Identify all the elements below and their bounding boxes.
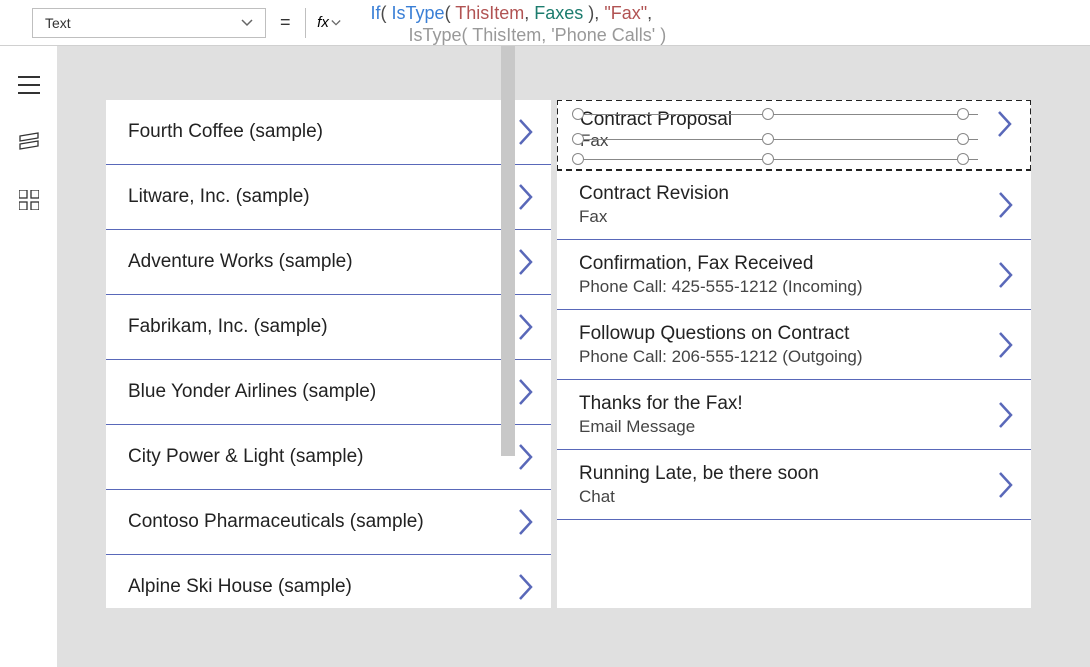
list-item-title: Fabrikam, Inc. (sample) bbox=[128, 316, 328, 338]
chevron-right-icon[interactable] bbox=[997, 260, 1015, 290]
list-item[interactable]: Blue Yonder Airlines (sample) bbox=[106, 360, 551, 425]
selected-list-item[interactable]: Contract ProposalFax bbox=[557, 100, 1031, 171]
list-item[interactable]: Thanks for the Fax!Email Message bbox=[557, 380, 1031, 450]
list-item[interactable]: Fourth Coffee (sample) bbox=[106, 100, 551, 165]
main-area: Fourth Coffee (sample) Litware, Inc. (sam… bbox=[0, 46, 1090, 667]
chevron-right-icon[interactable] bbox=[517, 182, 535, 212]
fx-label: fx bbox=[317, 14, 329, 31]
chevron-right-icon[interactable] bbox=[517, 572, 535, 602]
list-item[interactable]: Adventure Works (sample) bbox=[106, 230, 551, 295]
property-dropdown-label: Text bbox=[45, 15, 71, 31]
chevron-right-icon[interactable] bbox=[997, 400, 1015, 430]
list-item-subtitle: Chat bbox=[579, 487, 819, 507]
chevron-down-icon bbox=[331, 18, 341, 28]
tree-icon[interactable] bbox=[18, 132, 40, 152]
list-item[interactable]: Confirmation, Fax ReceivedPhone Call: 42… bbox=[557, 240, 1031, 310]
property-dropdown[interactable]: Text bbox=[32, 8, 266, 38]
chevron-right-icon[interactable] bbox=[997, 190, 1015, 220]
list-item-title: Thanks for the Fax! bbox=[579, 393, 743, 415]
chevron-right-icon[interactable] bbox=[996, 109, 1014, 139]
list-item-subtitle: Fax bbox=[580, 131, 732, 151]
canvas-background[interactable]: Fourth Coffee (sample) Litware, Inc. (sam… bbox=[58, 46, 1090, 667]
list-item[interactable]: Litware, Inc. (sample) bbox=[106, 165, 551, 230]
list-item-title: City Power & Light (sample) bbox=[128, 446, 363, 468]
accounts-gallery[interactable]: Fourth Coffee (sample) Litware, Inc. (sam… bbox=[106, 100, 551, 608]
scrollbar[interactable] bbox=[501, 46, 515, 456]
list-item-title: Fourth Coffee (sample) bbox=[128, 121, 323, 143]
list-item-subtitle: Email Message bbox=[579, 417, 743, 437]
chevron-right-icon[interactable] bbox=[517, 507, 535, 537]
list-item-title: Litware, Inc. (sample) bbox=[128, 186, 310, 208]
list-item-title: Confirmation, Fax Received bbox=[579, 253, 863, 275]
chevron-right-icon[interactable] bbox=[997, 470, 1015, 500]
formula-bar[interactable]: If( IsType( ThisItem, Faxes ), "Fax",IsT… bbox=[363, 0, 1082, 46]
chevron-down-icon bbox=[241, 17, 253, 29]
chevron-right-icon[interactable] bbox=[517, 377, 535, 407]
list-item-title: Contoso Pharmaceuticals (sample) bbox=[128, 511, 424, 533]
list-item[interactable]: Alpine Ski House (sample) bbox=[106, 555, 551, 608]
menu-icon[interactable] bbox=[18, 76, 40, 94]
list-item-title: Followup Questions on Contract bbox=[579, 323, 863, 345]
list-item[interactable]: Followup Questions on ContractPhone Call… bbox=[557, 310, 1031, 380]
equals-label: = bbox=[276, 12, 295, 33]
app-canvas: Fourth Coffee (sample) Litware, Inc. (sam… bbox=[106, 100, 1032, 608]
list-item-title: Running Late, be there soon bbox=[579, 463, 819, 485]
list-item[interactable]: Running Late, be there soonChat bbox=[557, 450, 1031, 520]
list-item-title: Contract Proposal bbox=[580, 109, 732, 131]
chevron-right-icon[interactable] bbox=[517, 117, 535, 147]
chevron-right-icon[interactable] bbox=[517, 312, 535, 342]
chevron-right-icon[interactable] bbox=[997, 330, 1015, 360]
list-item-subtitle: Fax bbox=[579, 207, 729, 227]
list-item-subtitle: Phone Call: 425-555-1212 (Incoming) bbox=[579, 277, 863, 297]
list-item-title: Blue Yonder Airlines (sample) bbox=[128, 381, 376, 403]
activities-gallery[interactable]: Contract ProposalFaxContract RevisionFax… bbox=[557, 100, 1031, 608]
list-item-title: Adventure Works (sample) bbox=[128, 251, 353, 273]
top-toolbar: Text = fx If( IsType( ThisItem, Faxes ),… bbox=[0, 0, 1090, 46]
list-item[interactable]: Contoso Pharmaceuticals (sample) bbox=[106, 490, 551, 555]
left-rail bbox=[0, 46, 58, 667]
list-item-subtitle: Phone Call: 206-555-1212 (Outgoing) bbox=[579, 347, 863, 367]
list-item[interactable]: Contract RevisionFax bbox=[557, 170, 1031, 240]
list-item[interactable]: Fabrikam, Inc. (sample) bbox=[106, 295, 551, 360]
components-icon[interactable] bbox=[19, 190, 39, 210]
fx-button[interactable]: fx bbox=[305, 8, 353, 38]
list-item[interactable]: City Power & Light (sample) bbox=[106, 425, 551, 490]
chevron-right-icon[interactable] bbox=[517, 247, 535, 277]
chevron-right-icon[interactable] bbox=[517, 442, 535, 472]
list-item-title: Contract Revision bbox=[579, 183, 729, 205]
list-item-title: Alpine Ski House (sample) bbox=[128, 576, 352, 598]
